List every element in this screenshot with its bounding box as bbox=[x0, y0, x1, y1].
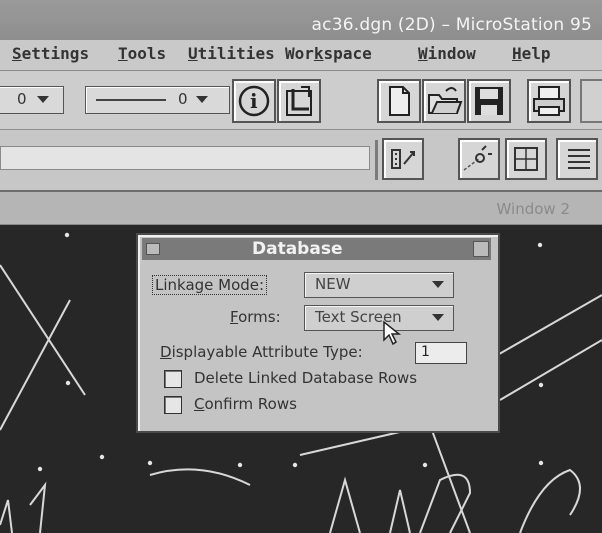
linkage-mode-value: NEW bbox=[315, 275, 351, 293]
delete-rows-checkbox[interactable] bbox=[164, 370, 182, 388]
dialog-title: Database bbox=[252, 239, 343, 259]
attr-type-label-rest: isplayable Attribute Type: bbox=[171, 343, 363, 361]
tool-button-3[interactable] bbox=[505, 138, 547, 180]
forms-label-key: F bbox=[230, 308, 239, 326]
confirm-rows-label-rest: onfirm Rows bbox=[204, 395, 297, 413]
view-window-titlebar: Window 2 bbox=[0, 192, 602, 225]
level-combo-arrow-icon bbox=[37, 96, 49, 103]
menu-settings-rest: ettings bbox=[21, 44, 90, 63]
forms-arrow-icon bbox=[432, 314, 444, 321]
menu-help-key: H bbox=[512, 44, 522, 63]
overflow-button[interactable] bbox=[580, 79, 602, 123]
menu-window-key: W bbox=[418, 44, 428, 63]
menu-workspace-key: k bbox=[313, 44, 324, 63]
tool-button-1[interactable] bbox=[382, 138, 424, 180]
title-bar: ac36.dgn (2D) – MicroStation 95 bbox=[0, 0, 602, 40]
dialog-titlebar[interactable]: Database bbox=[142, 238, 491, 260]
key-in-field[interactable] bbox=[0, 146, 370, 170]
level-combo-value: 0 bbox=[17, 90, 27, 108]
menu-window-rest: indow bbox=[427, 44, 476, 63]
mouse-cursor-icon bbox=[383, 320, 402, 346]
menu-settings-key: S bbox=[12, 44, 22, 63]
menu-workspace[interactable]: Workspace bbox=[285, 44, 372, 63]
linkage-mode-arrow-icon bbox=[432, 281, 444, 288]
menu-workspace-rest: space bbox=[323, 44, 372, 63]
tool-button-4[interactable] bbox=[556, 138, 598, 180]
svg-text:i: i bbox=[250, 89, 258, 113]
weight-combo-value: 0 bbox=[178, 90, 188, 108]
menu-utilities[interactable]: Utilities bbox=[188, 44, 275, 63]
open-folder-icon bbox=[428, 87, 463, 114]
weight-combo[interactable]: 0 bbox=[85, 86, 230, 114]
menu-settings[interactable]: Settings bbox=[12, 44, 89, 63]
primary-toolbar: 0 0 i bbox=[0, 71, 602, 130]
menu-window[interactable]: Window bbox=[418, 44, 476, 63]
attr-type-value: 1 bbox=[421, 344, 430, 360]
dialog-minimize-icon[interactable] bbox=[473, 241, 489, 257]
attr-type-label: Displayable Attribute Type: bbox=[160, 343, 363, 361]
confirm-rows-checkbox[interactable] bbox=[164, 396, 182, 414]
attr-type-field[interactable]: 1 bbox=[415, 342, 467, 364]
view-window-title: Window 2 bbox=[496, 200, 570, 218]
menu-help-rest: elp bbox=[521, 44, 551, 63]
dialog-control-menu-icon[interactable] bbox=[146, 243, 160, 255]
toolbar-divider bbox=[375, 140, 378, 180]
tool-button-2[interactable] bbox=[458, 138, 500, 180]
menu-bar: Settings Tools Utilities Workspace Windo… bbox=[0, 40, 602, 71]
menu-tools[interactable]: Tools bbox=[118, 44, 166, 63]
tool-icon-1 bbox=[391, 149, 415, 169]
info-button[interactable]: i bbox=[232, 79, 276, 123]
forms-label: Forms: bbox=[230, 308, 281, 326]
linkage-mode-combo[interactable]: NEW bbox=[304, 272, 454, 298]
menu-utilities-rest: tilities bbox=[197, 44, 275, 63]
menu-utilities-key: U bbox=[188, 44, 198, 63]
delete-rows-label: Delete Linked Database Rows bbox=[194, 369, 418, 387]
linkage-mode-label: Linkage Mode: bbox=[152, 275, 268, 295]
line-sample bbox=[96, 99, 166, 101]
level-combo[interactable]: 0 bbox=[0, 86, 64, 114]
print-button[interactable] bbox=[527, 79, 571, 123]
menu-tools-key: T bbox=[118, 44, 128, 63]
new-file-icon bbox=[389, 86, 410, 116]
save-button[interactable] bbox=[467, 79, 511, 123]
info-icon: i bbox=[238, 85, 270, 117]
new-file-button[interactable] bbox=[377, 79, 421, 123]
menu-tools-rest: ools bbox=[127, 44, 167, 63]
forms-label-rest: orms: bbox=[238, 308, 281, 326]
print-icon bbox=[533, 86, 565, 116]
menu-workspace-pre: Wor bbox=[285, 44, 314, 63]
secondary-toolbar bbox=[0, 130, 602, 192]
tool-icon-3 bbox=[514, 147, 538, 171]
attr-type-label-key: D bbox=[160, 343, 172, 361]
menu-help[interactable]: Help bbox=[512, 44, 551, 63]
edit-button[interactable] bbox=[277, 79, 321, 123]
database-dialog: Database Linkage Mode: NEW Forms: Text S… bbox=[136, 233, 500, 433]
edit-icon bbox=[286, 86, 312, 116]
weight-combo-arrow-icon bbox=[196, 96, 208, 103]
tool-icon-2 bbox=[463, 145, 492, 171]
confirm-rows-label-key: C bbox=[194, 395, 205, 413]
save-icon bbox=[475, 87, 503, 115]
forms-combo[interactable]: Text Screen bbox=[304, 305, 454, 331]
window-title: ac36.dgn (2D) – MicroStation 95 bbox=[311, 15, 592, 35]
tool-icon-4 bbox=[568, 149, 590, 169]
open-folder-button[interactable] bbox=[422, 79, 466, 123]
confirm-rows-label: Confirm Rows bbox=[194, 395, 297, 413]
